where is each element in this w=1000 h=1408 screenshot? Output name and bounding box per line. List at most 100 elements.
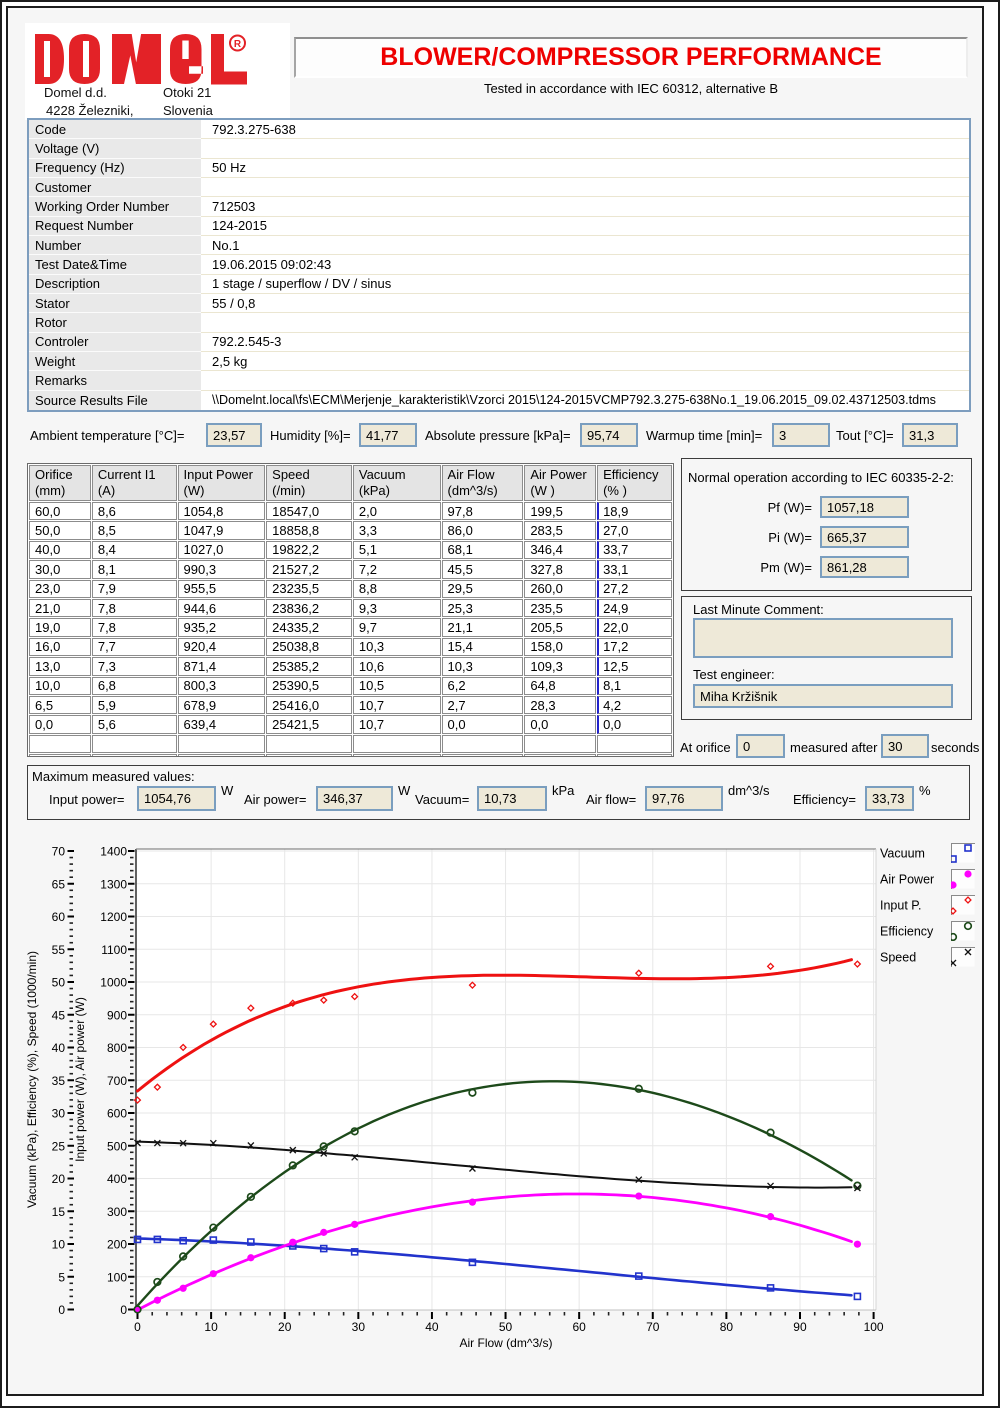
table-cell: 25390,5 [266,677,352,695]
max-value-unit: W [221,783,233,798]
info-value: \\Domelnt.local\fs\ECM\Merjenje_karakter… [201,391,969,410]
table-cell: 7,8 [92,599,177,617]
table-cell [597,735,672,753]
svg-text:500: 500 [107,1139,127,1153]
svg-text:10: 10 [52,1238,66,1252]
performance-chart: 0510152025303540455055606570010020030040… [20,832,976,1372]
orifice-input[interactable]: 0 [736,734,785,758]
table-cell: 45,5 [442,560,524,578]
table-cell: 2,7 [442,696,524,714]
svg-text:Input power (W), Air power (W): Input power (W), Air power (W) [73,997,87,1162]
ambient-input[interactable]: 41,77 [359,423,417,447]
measurement-table[interactable]: Orifice(mm)Current I1(A)Input Power(W)Sp… [27,463,674,757]
ambient-input[interactable]: 23,57 [206,423,262,447]
ambient-input[interactable]: 95,74 [580,423,638,447]
svg-text:55: 55 [52,943,66,957]
table-header: Orifice(mm) [29,465,91,501]
ambient-input[interactable]: 3 [772,423,830,447]
table-cell: 24,9 [597,599,672,617]
address-city: 4228 Železniki, [46,103,133,118]
svg-text:60: 60 [572,1320,586,1334]
table-cell: 25038,8 [266,638,352,656]
info-value: 124-2015 [201,217,969,236]
table-cell: 68,1 [442,541,524,559]
svg-text:15: 15 [52,1205,66,1219]
max-value-input[interactable]: 33,73 [865,786,914,811]
nop-label: Pi (W)= [740,530,812,545]
table-cell: 10,7 [353,715,441,733]
svg-text:65: 65 [52,877,66,891]
max-value-input[interactable]: 97,76 [645,786,723,811]
table-cell [353,735,441,753]
info-value: 55 / 0,8 [201,294,969,313]
table-cell: 4,2 [597,696,672,714]
info-value [201,313,969,332]
table-cell: 18,9 [597,502,672,520]
table-cell: 109,3 [524,657,596,675]
info-value: 50 Hz [201,159,969,178]
legend-item-air-power[interactable]: Air Power [880,870,975,890]
table-cell [266,735,352,753]
engineer-input[interactable]: Miha Kržišnik [693,684,953,708]
max-value-unit: W [398,783,410,798]
info-value: 1 stage / superflow / DV / sinus [201,275,969,294]
table-cell: 23235,5 [266,580,352,598]
info-row: Weight2,5 kg [29,352,969,371]
table-cell: 33,7 [597,541,672,559]
info-row: Test Date&Time19.06.2015 09:02:43 [29,255,969,274]
max-value-unit: kPa [552,783,574,798]
address-street: Otoki 21 [163,85,211,100]
nop-label: Pm (W)= [740,560,812,575]
info-label: Description [29,275,201,294]
info-value: 19.06.2015 09:02:43 [201,255,969,274]
svg-text:0: 0 [58,1303,65,1317]
table-cell: 10,0 [29,677,91,695]
table-cell: 7,8 [92,618,177,636]
info-label: Source Results File [29,391,201,410]
svg-text:35: 35 [52,1074,66,1088]
nop-input[interactable]: 1057,18 [820,496,909,518]
table-cell: 23836,2 [266,599,352,617]
info-label: Customer [29,178,201,197]
table-cell [442,735,524,753]
svg-text:30: 30 [352,1320,366,1334]
svg-text:600: 600 [107,1107,127,1121]
legend-item-input-p-[interactable]: Input P. [880,896,975,916]
orifice-suffix: seconds [931,740,979,755]
table-cell: 24335,2 [266,618,352,636]
table-cell: 205,5 [524,618,596,636]
table-cell: 199,5 [524,502,596,520]
table-cell: 18547,0 [266,502,352,520]
info-value [201,371,969,390]
nop-input[interactable]: 665,37 [820,526,909,548]
table-cell: 8,5 [92,521,177,539]
max-value-label: Air power= [244,792,307,807]
svg-text:70: 70 [646,1320,660,1334]
max-value-input[interactable]: 346,37 [316,786,393,811]
info-label: Request Number [29,217,201,236]
table-cell: 3,3 [353,521,441,539]
max-value-input[interactable]: 10,73 [477,786,547,811]
table-cell: 678,9 [178,696,266,714]
ambient-label: Absolute pressure [kPa]= [425,428,571,443]
table-cell [92,735,177,753]
subtitle: Tested in accordance with IEC 60312, alt… [294,81,968,96]
table-cell: 64,8 [524,677,596,695]
svg-text:45: 45 [52,1008,66,1022]
nop-input[interactable]: 861,28 [820,556,909,578]
svg-text:Efficiency: Efficiency [880,925,934,939]
info-value: No.1 [201,236,969,255]
ambient-input[interactable]: 31,3 [902,423,958,447]
table-cell: 30,0 [29,560,91,578]
legend-item-efficiency[interactable]: Efficiency [880,922,975,942]
info-label: Rotor [29,313,201,332]
table-cell [178,754,266,757]
legend-item-vacuum[interactable]: Vacuum [880,844,975,864]
max-value-input[interactable]: 1054,76 [137,786,216,811]
comment-textarea[interactable] [693,618,953,658]
legend-item-speed[interactable]: Speed [880,948,975,968]
info-row: Working Order Number712503 [29,197,969,216]
ambient-label: Ambient temperature [°C]= [30,428,184,443]
page-title: BLOWER/COMPRESSOR PERFORMANCE [380,43,881,72]
measured-after-input[interactable]: 30 [881,734,929,758]
